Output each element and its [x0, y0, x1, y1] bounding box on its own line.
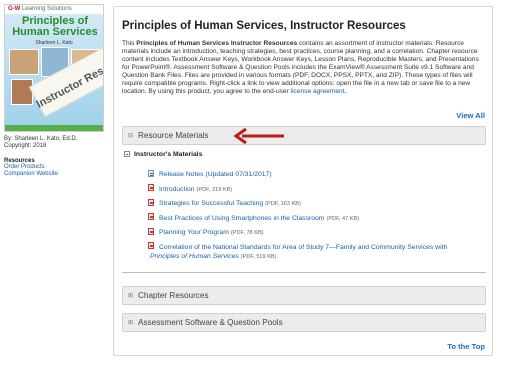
accordion-label: Resource Materials [138, 131, 209, 140]
file-link-continuation: Principles of Human Services (PDF, 519 KB… [150, 253, 277, 260]
file-link[interactable]: Release Notes (Updated 07/31/2017) [159, 171, 272, 178]
file-item: Release Notes (Updated 07/31/2017) [148, 169, 478, 185]
main-panel: Principles of Human Services, Instructor… [113, 6, 493, 356]
companion-website-link[interactable]: Companion Website [4, 171, 104, 178]
pdf-icon [148, 213, 154, 221]
order-products-link[interactable]: Order Products [4, 164, 104, 171]
view-all-link[interactable]: View All [456, 111, 485, 120]
collapse-icon: ⊟ [128, 133, 134, 139]
accordion-chapter-resources[interactable]: ⊞ Chapter Resources [122, 286, 486, 305]
file-link[interactable]: Best Practices of Using Smartphones in t… [159, 215, 324, 222]
file-link[interactable]: Planning Your Program [159, 229, 229, 236]
pdf-icon [148, 198, 154, 206]
expand-icon: ⊞ [128, 293, 134, 299]
file-list: Release Notes (Updated 07/31/2017) Intro… [148, 169, 478, 257]
file-item: Introduction (PDF, 219 KB) [148, 184, 478, 200]
instructors-materials-heading[interactable]: Instructor's Materials [124, 151, 202, 158]
file-item: Strategies for Successful Teaching (PDF, … [148, 198, 478, 214]
file-link[interactable]: Introduction [159, 186, 195, 193]
book-info: By: Sharleen L. Kato, Ed.D. Copyright: 2… [4, 136, 104, 150]
collapse-icon [124, 151, 130, 158]
file-link[interactable]: Principles of Human Services [150, 253, 239, 260]
cover-author: Sharleen L. Kato [35, 40, 73, 46]
to-the-top-link[interactable]: To the Top [447, 342, 485, 351]
publisher-logo: G-W Learning Solutions [8, 6, 72, 12]
file-item: Planning Your Program (PDF, 78 KB) [148, 227, 478, 243]
book-copyright: Copyright: 2018 [4, 143, 47, 149]
divider [122, 272, 486, 273]
pdf-icon [148, 227, 154, 235]
pdf-icon [148, 184, 154, 192]
license-agreement-link[interactable]: license agreement [291, 88, 345, 95]
page-title: Principles of Human Services, Instructor… [122, 20, 406, 32]
book-cover-image: G-W Learning Solutions Principles of Hum… [4, 4, 104, 132]
product-description: This Principles of Human Services Instru… [122, 40, 479, 95]
red-arrow-annotation [233, 128, 284, 144]
accordion-assessment-software[interactable]: ⊞ Assessment Software & Question Pools [122, 313, 486, 332]
cover-title: Principles of Human Services [12, 15, 98, 38]
document-icon [148, 169, 154, 177]
pdf-icon [148, 242, 154, 250]
book-author: By: Sharleen L. Kato, Ed.D. [4, 136, 78, 142]
left-column: G-W Learning Solutions Principles of Hum… [4, 4, 104, 178]
file-link[interactable]: Correlation of the National Standards fo… [159, 244, 447, 251]
accordion-label: Chapter Resources [138, 291, 209, 300]
file-link[interactable]: Strategies for Successful Teaching [159, 200, 263, 207]
accordion-resource-materials[interactable]: ⊟ Resource Materials [122, 126, 486, 145]
accordion-label: Assessment Software & Question Pools [138, 318, 283, 327]
file-item: Best Practices of Using Smartphones in t… [148, 213, 478, 229]
expand-icon: ⊞ [128, 320, 134, 326]
